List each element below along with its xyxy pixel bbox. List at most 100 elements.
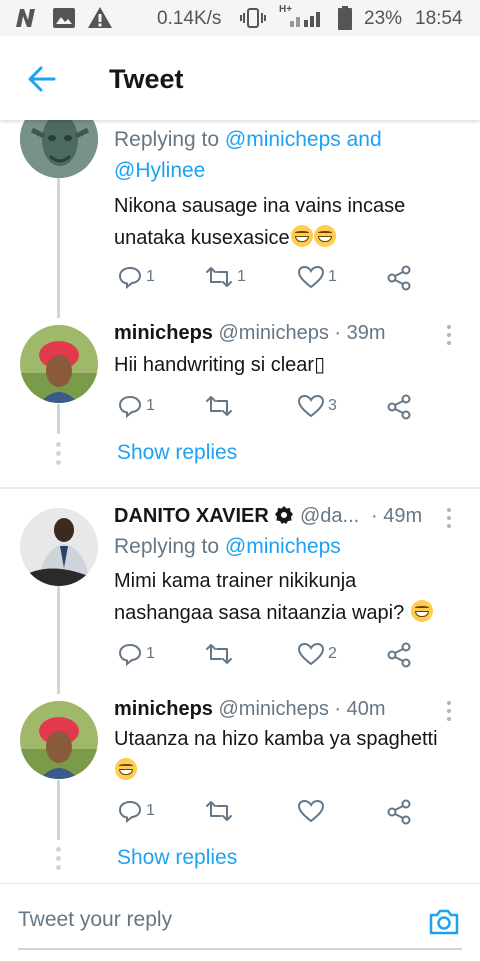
tweet-time: · 40m (334, 698, 386, 720)
reply-button[interactable]: 1 (118, 642, 155, 666)
tweet-text: Mimi kama trainer nikikunja (114, 570, 357, 592)
tweet-text: unataka kusexasice (114, 225, 336, 250)
vibrate-icon (240, 8, 266, 28)
reply-count: 1 (146, 397, 155, 414)
divider (0, 487, 480, 489)
battery-level: 23% (364, 8, 403, 29)
heart-icon (298, 642, 324, 666)
avatar[interactable] (20, 325, 98, 403)
user-handle[interactable]: @minicheps (218, 698, 328, 720)
display-name[interactable]: minicheps (114, 322, 213, 344)
more-options-icon[interactable] (447, 701, 451, 725)
back-arrow-icon[interactable] (28, 66, 56, 92)
reply-count: 1 (146, 645, 155, 662)
replying-to-continued: @Hylinee (114, 159, 205, 183)
reply-count: 1 (146, 802, 155, 819)
share-icon (387, 265, 411, 291)
more-options-icon[interactable] (447, 325, 451, 349)
like-button[interactable]: 1 (298, 265, 337, 289)
reply-icon (118, 800, 142, 823)
top-app-bar: Tweet (0, 36, 480, 120)
heart-icon (298, 394, 324, 418)
retweet-button[interactable]: 1 (205, 265, 246, 289)
thread-connector (57, 178, 60, 318)
retweet-button[interactable] (205, 642, 237, 666)
share-icon (387, 394, 411, 420)
camera-icon[interactable] (428, 908, 460, 936)
reply-icon (118, 266, 142, 289)
tweet-text: Hii handwriting si clear▯ (114, 354, 326, 376)
tweet-time: · 39m (334, 322, 386, 344)
thread-connector (57, 586, 60, 694)
replying-handle-link[interactable]: @minicheps (225, 535, 341, 558)
display-name[interactable]: DANITO XAVIER (114, 505, 269, 527)
more-options-icon[interactable] (447, 508, 451, 532)
retweet-count: 1 (237, 268, 246, 285)
replying-to: Replying to @minicheps (114, 535, 341, 559)
reply-count: 1 (146, 268, 155, 285)
retweet-icon (206, 267, 232, 287)
like-button[interactable]: 2 (298, 642, 337, 666)
replying-handle-link[interactable]: @Hylinee (114, 159, 205, 182)
retweet-icon (206, 801, 232, 821)
reply-composer: Tweet your reply (0, 883, 480, 961)
tweet-text: Nikona sausage ina vains incase (114, 195, 406, 217)
retweet-button[interactable] (205, 394, 237, 418)
warning-icon (88, 7, 112, 28)
replying-prefix: Replying to (114, 535, 220, 558)
like-button[interactable]: 3 (298, 394, 337, 418)
thread-connector (57, 780, 60, 840)
retweet-icon (206, 396, 232, 416)
avatar[interactable] (20, 508, 98, 586)
avatar[interactable] (20, 701, 98, 779)
clock: 18:54 (415, 8, 463, 29)
reply-icon (118, 395, 142, 418)
laughing-emoji-icon (313, 225, 336, 247)
reply-button[interactable]: 1 (118, 799, 155, 823)
replying-handle-link[interactable]: @minicheps and (225, 128, 382, 151)
more-replies-dots (56, 847, 61, 874)
tweet-header: DANITO XAVIER @da... (114, 505, 359, 528)
user-handle[interactable]: @minicheps (218, 322, 328, 344)
share-button[interactable] (386, 394, 412, 420)
user-handle[interactable]: @da... (300, 505, 359, 527)
reply-input-underline (18, 948, 462, 950)
tweet-header: minicheps @minicheps · 39m (114, 322, 386, 345)
heart-icon (298, 799, 324, 823)
share-button[interactable] (386, 799, 412, 825)
tweet-time: · 49m (371, 505, 423, 527)
share-button[interactable] (386, 265, 412, 291)
reply-button[interactable]: 1 (118, 394, 155, 418)
tweet-header: minicheps @minicheps · 40m (114, 698, 386, 721)
gallery-icon (53, 8, 75, 28)
laughing-emoji-icon (410, 600, 433, 622)
replying-to: Replying to @minicheps and (114, 128, 382, 152)
replying-prefix: Replying to (114, 128, 220, 151)
laughing-emoji-icon (290, 225, 313, 247)
tweet-text: Utaanza na hizo kamba ya spaghetti (114, 728, 438, 750)
tweet-text: nashangaa sasa nitaanzia wapi? (114, 600, 433, 625)
share-icon (387, 799, 411, 825)
retweet-icon (206, 644, 232, 664)
signal-icon (290, 12, 320, 27)
display-name[interactable]: minicheps (114, 698, 213, 720)
reply-button[interactable]: 1 (118, 265, 155, 289)
tweet-text (114, 758, 137, 783)
like-count: 2 (328, 645, 337, 662)
retweet-button[interactable] (205, 799, 237, 823)
more-replies-dots (56, 442, 61, 469)
show-replies-link[interactable]: Show replies (117, 441, 237, 465)
reply-icon (118, 643, 142, 666)
reply-input[interactable]: Tweet your reply (18, 908, 172, 932)
share-button[interactable] (386, 642, 412, 668)
like-button[interactable] (298, 799, 328, 823)
network-speed: 0.14K/s (157, 8, 222, 29)
laughing-emoji-icon (115, 758, 137, 780)
show-replies-link[interactable]: Show replies (117, 846, 237, 870)
n-app-icon (16, 9, 35, 27)
page-title: Tweet (109, 64, 184, 94)
like-count: 1 (328, 268, 337, 285)
thread-connector (57, 404, 60, 434)
like-count: 3 (328, 397, 337, 414)
battery-icon (338, 6, 352, 30)
